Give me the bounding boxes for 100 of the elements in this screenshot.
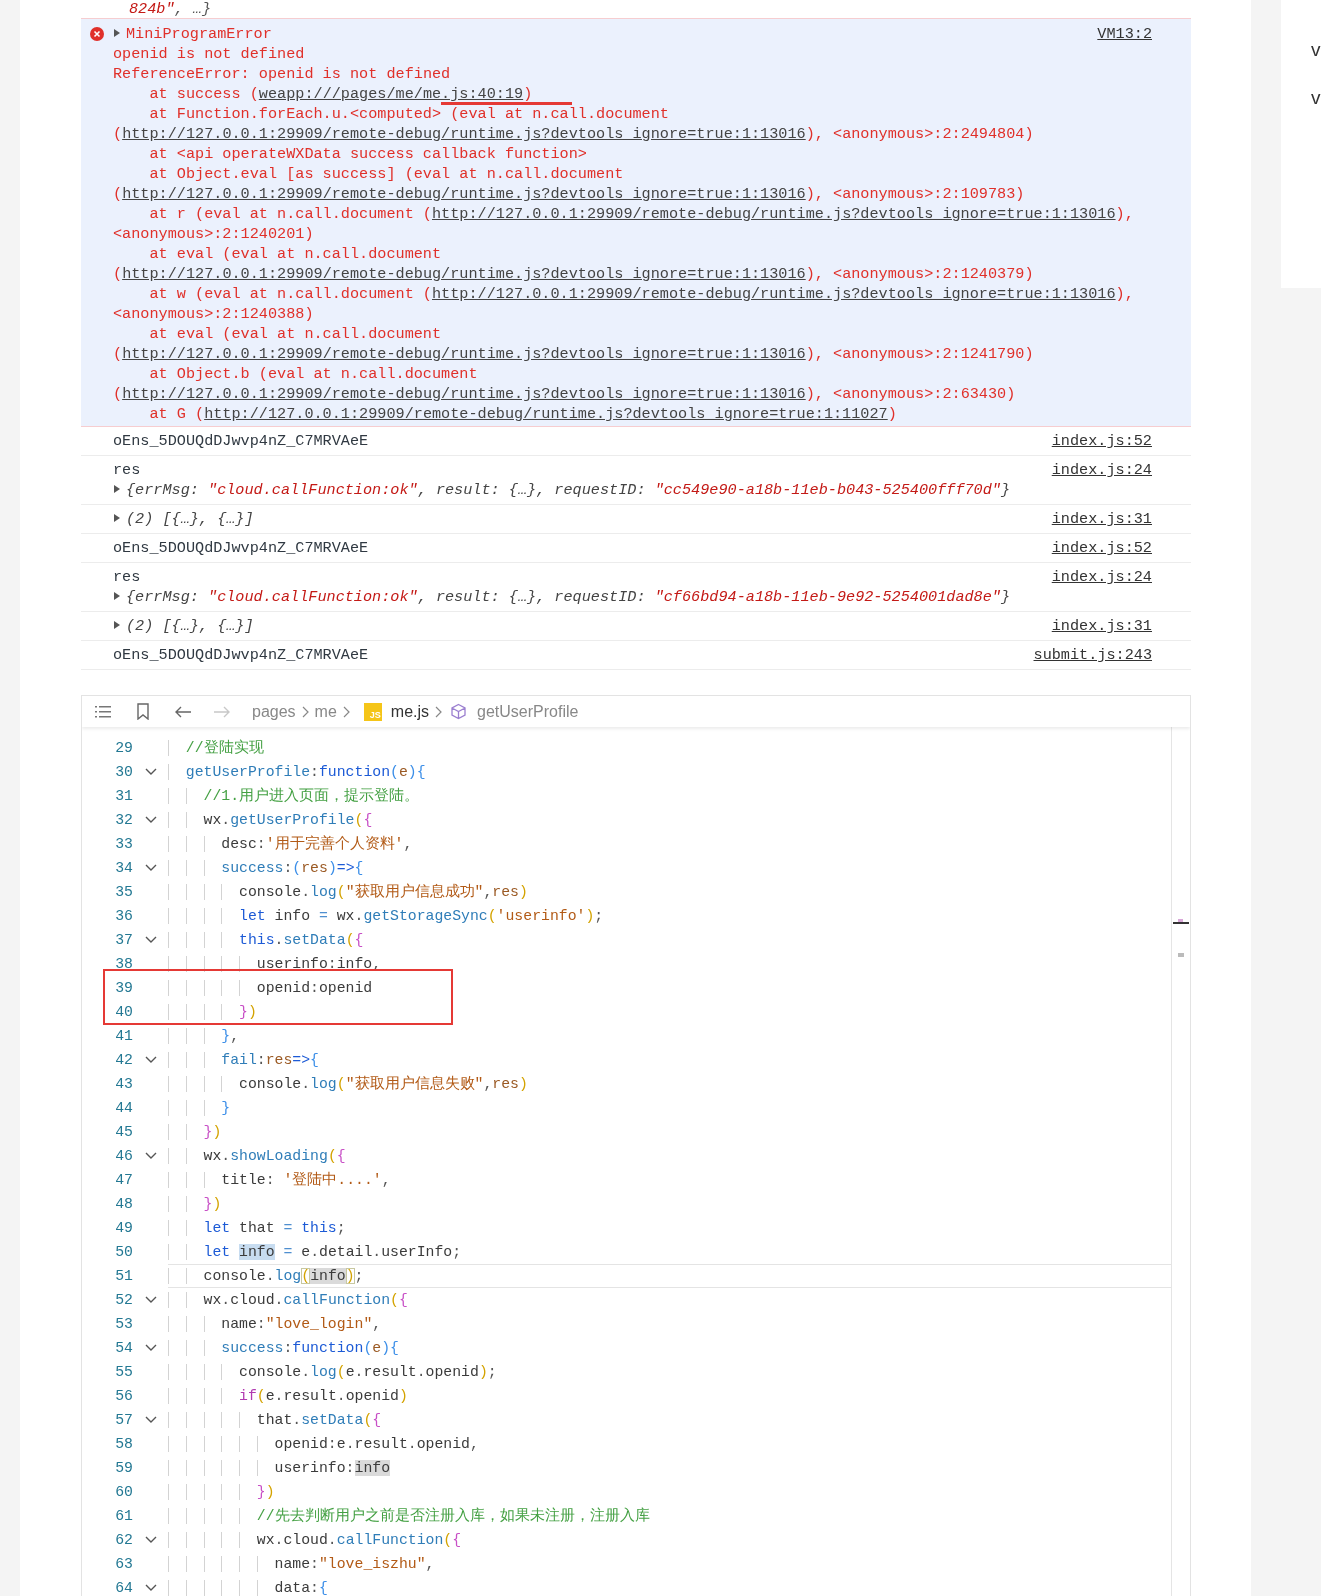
card-text: v: [1311, 38, 1321, 62]
code-line: title: '登陆中....',: [168, 1168, 1171, 1192]
line-number: 55: [114, 1363, 133, 1382]
code-line: let that = this;: [168, 1216, 1171, 1240]
code-line: if(e.result.openid): [168, 1384, 1171, 1408]
fold-chevron-icon[interactable]: [144, 1344, 157, 1352]
stack-frame-line: at w (eval at n.call.document (http://127.0.0.1:29909/remote-debug/runtime.js?devtools_ignore=true:1:13016), <anonymous>:2:1240388): [113, 284, 1135, 324]
stack-frame-line: at eval (eval at n.call.document (http://127.0.0.1:29909/remote-debug/runtime.js?devtools_ignore=true:1:13016), <anonymous>:2:1240379): [113, 244, 1035, 284]
expand-triangle-icon[interactable]: [113, 621, 121, 629]
code-line: }: [168, 1096, 1171, 1120]
stack-frame-line: at Function.forEach.u.<computed> (eval at n.call.document (http://127.0.0.1:29909/remote-debug/runtime.js?devtools_ignore=true:1:13016), <anonymous>:2:2494804): [113, 104, 1035, 144]
line-number: 49: [114, 1219, 133, 1238]
file-type-badge: JS: [363, 702, 382, 721]
ruler-marks-drawing: [1172, 917, 1190, 957]
menu-icon[interactable]: [95, 704, 111, 719]
line-number: 61: [114, 1507, 133, 1526]
file-link[interactable]: weapp:///pages/me/me.js:40:19: [258, 85, 524, 103]
code-line: fail:res=>{: [168, 1048, 1171, 1072]
code-line: getUserProfile:function(e){: [168, 760, 1171, 784]
code-line: data:{: [168, 1576, 1171, 1596]
stack-frame-line: at <api operateWXData success callback function>: [148, 144, 588, 164]
error-message-line: openid is not defined: [113, 44, 306, 64]
code-line: console.log(e.result.openid);: [168, 1360, 1171, 1384]
stack-frame-line: at eval (eval at n.call.document (http://127.0.0.1:29909/remote-debug/runtime.js?devtools_ignore=true:1:13016), <anonymous>:2:1241790): [113, 324, 1035, 364]
code-line: wx.cloud.callFunction({: [168, 1528, 1171, 1552]
source-link[interactable]: index.js:52: [1035, 538, 1152, 558]
source-link[interactable]: index.js:52: [1035, 431, 1152, 451]
stack-frame-line: at Object.b (eval at n.call.document (http://127.0.0.1:29909/remote-debug/runtime.js?devtools_ignore=true:1:13016), <anonymous>:2:63430): [113, 364, 1017, 404]
cube-icon: [450, 703, 468, 720]
object-preview: {errMsg: "cloud.callFunction:ok", result: {…}, requestID: "cc549e90-a18b-11eb-b043-525400fff70d"}: [126, 480, 1011, 500]
line-number: 54: [114, 1339, 133, 1358]
line-number: 33: [114, 835, 133, 854]
file-link[interactable]: http://127.0.0.1:29909/remote-debug/runtime.js?devtools_ignore=true:1:13016: [122, 345, 806, 363]
error-message-line: ReferenceError: openid is not defined: [113, 64, 452, 84]
source-link[interactable]: index.js:24: [1035, 567, 1152, 587]
code-line: desc:'用于完善个人资料',: [168, 832, 1171, 856]
code-line: }): [168, 1120, 1171, 1144]
log-text: oEns_5DOUQdDJwvp4nZ_C7MRVAeE: [113, 538, 369, 558]
source-link[interactable]: index.js:31: [1035, 509, 1152, 529]
breadcrumb-item[interactable]: pages: [252, 699, 296, 724]
stack-frame-line: at r (eval at n.call.document (http://127.0.0.1:29909/remote-debug/runtime.js?devtools_ignore=true:1:13016), <anonymous>:2:1240201): [113, 204, 1135, 244]
code-line: name:"love_iszhu",: [168, 1552, 1171, 1576]
stack-frame-line: at Object.eval [as success] (eval at n.call.document (http://127.0.0.1:29909/remote-debug/runtime.js?devtools_ignore=true:1:13016), <anonymous>:2:109783): [113, 164, 1026, 204]
file-link[interactable]: http://127.0.0.1:29909/remote-debug/runtime.js?devtools_ignore=true:1:13016: [122, 185, 806, 203]
file-link[interactable]: http://127.0.0.1:29909/remote-debug/runtime.js?devtools_ignore=true:1:13016: [432, 285, 1116, 303]
object-preview: (2) [{…}, {…}]: [126, 509, 254, 529]
code-line: wx.getUserProfile({: [168, 808, 1171, 832]
code-line: //登陆实现: [168, 736, 1171, 760]
source-link[interactable]: submit.js:243: [1017, 645, 1152, 665]
fold-chevron-icon[interactable]: [144, 768, 157, 776]
line-number: 45: [114, 1123, 133, 1142]
fold-chevron-icon[interactable]: [144, 816, 157, 824]
code-line: this.setData({: [168, 928, 1171, 952]
code-line: that.setData({: [168, 1408, 1171, 1432]
file-link[interactable]: http://127.0.0.1:29909/remote-debug/runtime.js?devtools_ignore=true:1:13016: [122, 265, 806, 283]
breadcrumb-item[interactable]: me: [314, 699, 337, 724]
code-line: wx.showLoading({: [168, 1144, 1171, 1168]
fold-chevron-icon[interactable]: [144, 1536, 157, 1544]
line-number: 46: [114, 1147, 133, 1166]
source-link[interactable]: index.js:24: [1035, 460, 1152, 480]
line-number: 36: [114, 907, 133, 926]
breadcrumb-item[interactable]: me.js: [390, 699, 430, 724]
code-line: let info = wx.getStorageSync('userinfo');: [168, 904, 1171, 928]
fold-chevron-icon[interactable]: [144, 1152, 157, 1160]
object-preview: (2) [{…}, {…}]: [126, 616, 254, 636]
expand-triangle-icon[interactable]: [113, 485, 121, 493]
bookmark-icon[interactable]: [137, 703, 149, 720]
fold-chevron-icon[interactable]: [144, 1296, 157, 1304]
expand-triangle-icon[interactable]: [113, 29, 121, 37]
code-line: },: [168, 1024, 1171, 1048]
stack-frame-line: at G (http://127.0.0.1:29909/remote-debug/runtime.js?devtools_ignore=true:1:11027): [148, 404, 898, 424]
fold-chevron-icon[interactable]: [144, 1056, 157, 1064]
line-number: 47: [114, 1171, 133, 1190]
code-line: }): [168, 1480, 1171, 1504]
stack-frame-line: at success (weapp:///pages/me/me.js:40:19): [148, 84, 534, 104]
line-number: 42: [114, 1051, 133, 1070]
fold-chevron-icon[interactable]: [144, 936, 157, 944]
line-number: 34: [114, 859, 133, 878]
line-number: 37: [114, 931, 133, 950]
expand-triangle-icon[interactable]: [113, 514, 121, 522]
object-preview: {errMsg: "cloud.callFunction:ok", result: {…}, requestID: "cf66bd94-a18b-11eb-9e92-5254001dad8e"}: [126, 587, 1011, 607]
source-link[interactable]: index.js:31: [1035, 616, 1152, 636]
code-line: success:(res)=>{: [168, 856, 1171, 880]
fold-chevron-icon[interactable]: [144, 1416, 157, 1424]
fold-chevron-icon[interactable]: [144, 1584, 157, 1592]
breadcrumb-item[interactable]: getUserProfile: [477, 699, 579, 724]
line-number: 32: [114, 811, 133, 830]
back-arrow-icon[interactable]: [174, 704, 192, 719]
line-number: 62: [114, 1531, 133, 1550]
fold-chevron-icon[interactable]: [144, 864, 157, 872]
code-line: console.log(info);: [168, 1264, 1171, 1288]
file-link[interactable]: http://127.0.0.1:29909/remote-debug/runtime.js?devtools_ignore=true:1:13016: [122, 385, 806, 403]
expand-triangle-icon[interactable]: [113, 592, 121, 600]
line-number: 58: [114, 1435, 133, 1454]
file-link[interactable]: http://127.0.0.1:29909/remote-debug/runtime.js?devtools_ignore=true:1:13016: [122, 125, 806, 143]
file-link[interactable]: http://127.0.0.1:29909/remote-debug/runtime.js?devtools_ignore=true:1:13016: [432, 205, 1116, 223]
code-line: userinfo:info: [168, 1456, 1171, 1480]
error-title: MiniProgramError: [126, 24, 272, 44]
source-link[interactable]: VM13:2: [1081, 24, 1152, 44]
file-link[interactable]: http://127.0.0.1:29909/remote-debug/runtime.js?devtools_ignore=true:1:11027: [204, 405, 888, 423]
